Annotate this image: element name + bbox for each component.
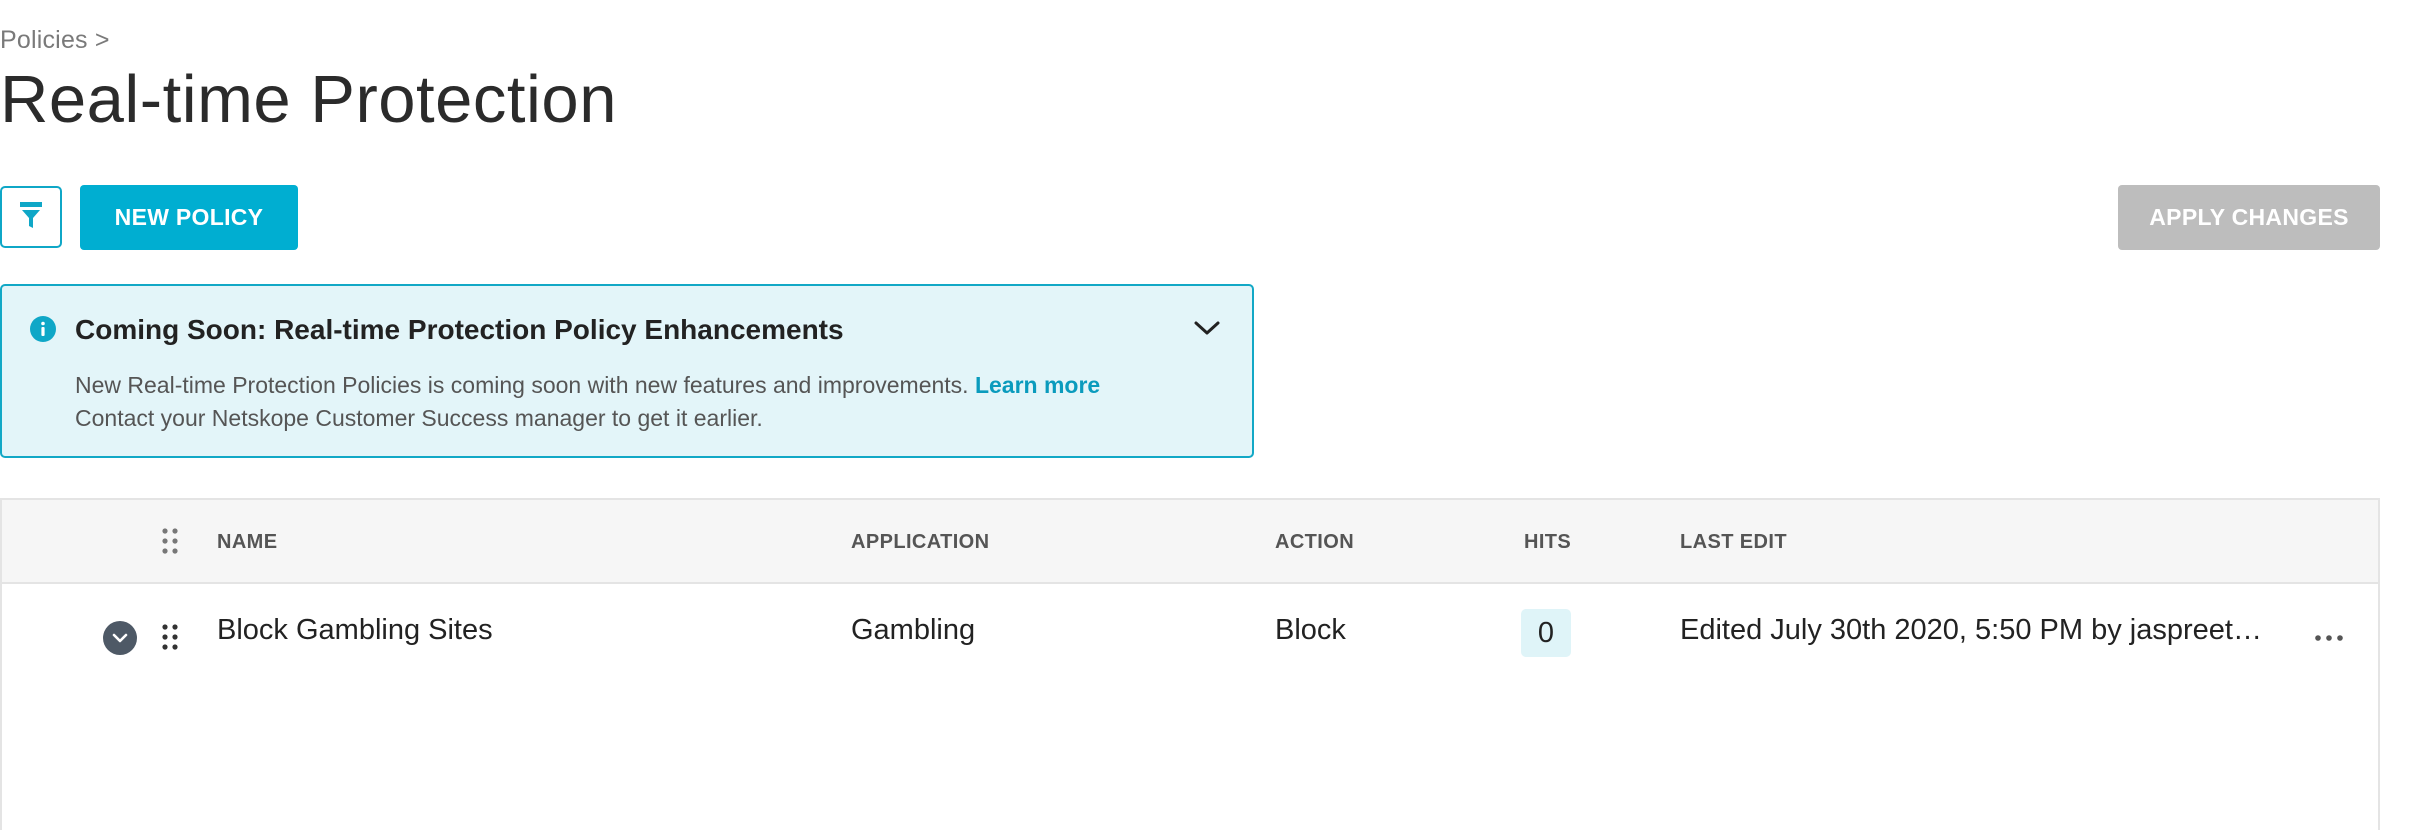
banner-line-2: Contact your Netskope Customer Success m… <box>75 405 763 431</box>
column-header-hits[interactable]: HITS <box>1524 531 1571 554</box>
policy-action: Block <box>1275 614 1346 646</box>
column-header-action[interactable]: ACTION <box>1275 531 1354 554</box>
policy-application: Gambling <box>851 614 976 646</box>
new-policy-button[interactable]: NEW POLICY <box>80 185 298 250</box>
chevron-down-icon[interactable] <box>1192 316 1222 340</box>
column-header-name[interactable]: NAME <box>217 531 278 554</box>
hits-badge: 0 <box>1521 609 1571 657</box>
filter-icon <box>19 200 43 235</box>
info-banner: Coming Soon: Real-time Protection Policy… <box>0 284 1254 458</box>
breadcrumb[interactable]: Policies > <box>0 26 110 55</box>
banner-message: New Real-time Protection Policies is com… <box>75 372 969 398</box>
drag-handle-icon[interactable] <box>160 526 180 556</box>
expand-row-icon[interactable] <box>103 621 137 655</box>
table-header: NAME APPLICATION ACTION HITS LAST EDIT <box>2 500 2378 584</box>
drag-handle-icon[interactable] <box>160 622 180 652</box>
learn-more-link[interactable]: Learn more <box>975 372 1100 398</box>
page-title: Real-time Protection <box>0 62 617 137</box>
page: Policies > Real-time Protection NEW POLI… <box>0 0 2416 830</box>
policy-table: NAME APPLICATION ACTION HITS LAST EDIT B… <box>0 498 2380 830</box>
column-header-last-edit[interactable]: LAST EDIT <box>1680 531 1787 554</box>
banner-line-1: New Real-time Protection Policies is com… <box>75 369 1100 402</box>
banner-title: Coming Soon: Real-time Protection Policy… <box>75 314 844 345</box>
policy-last-edit: Edited July 30th 2020, 5:50 PM by jaspre… <box>1680 614 2262 646</box>
policy-name[interactable]: Block Gambling Sites <box>217 614 493 647</box>
filter-button[interactable] <box>0 186 62 248</box>
banner-body: New Real-time Protection Policies is com… <box>75 369 1100 435</box>
apply-changes-button[interactable]: APPLY CHANGES <box>2118 185 2380 250</box>
column-header-application[interactable]: APPLICATION <box>851 531 989 554</box>
more-options-icon[interactable] <box>2314 630 2344 641</box>
info-icon <box>29 315 57 343</box>
